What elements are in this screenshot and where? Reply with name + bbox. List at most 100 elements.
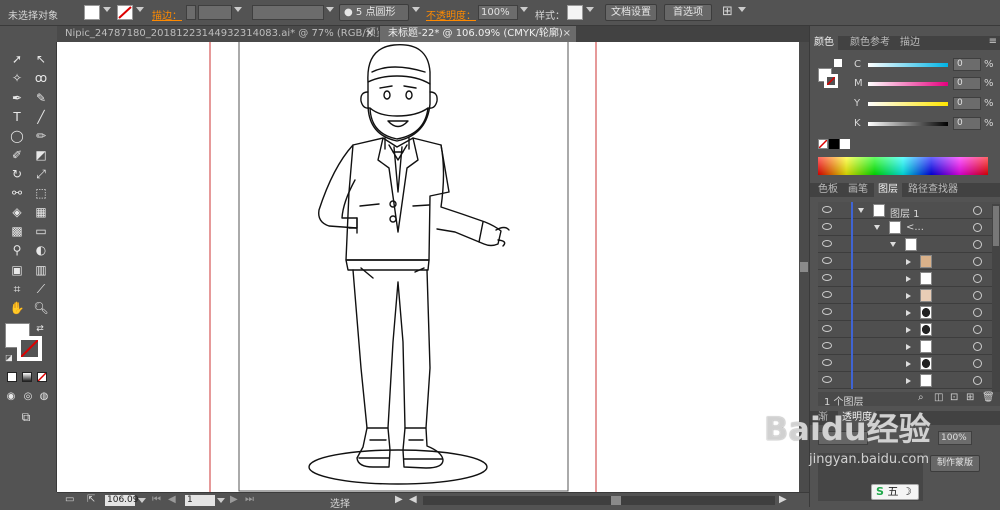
gradient-tool-icon[interactable]: ▭ <box>30 222 52 240</box>
status-menu-icon[interactable]: ▶ <box>395 494 403 505</box>
tab-stroke[interactable]: 描边 <box>896 36 924 50</box>
last-page-icon[interactable]: ⏭ <box>245 494 254 505</box>
mesh-tool-icon[interactable]: ▩ <box>6 222 28 240</box>
m-slider[interactable] <box>868 82 948 86</box>
layer-row-item[interactable] <box>818 355 1000 372</box>
target-circle-icon[interactable] <box>973 223 982 232</box>
direct-selection-tool-icon[interactable]: ↖ <box>30 50 52 68</box>
layer-row-1[interactable]: 图层 1 <box>818 202 1000 220</box>
target-circle-icon[interactable] <box>973 240 982 249</box>
variable-width-field[interactable] <box>252 5 324 20</box>
layer-row-item[interactable] <box>818 270 1000 287</box>
new-sublayer-icon[interactable]: ⊡ <box>950 392 958 403</box>
ellipse-tool-icon[interactable]: ◯ <box>6 127 28 145</box>
target-circle-icon[interactable] <box>973 274 982 283</box>
tab-pathfinder[interactable]: 路径查找器 <box>904 183 962 197</box>
color-mode-icon[interactable] <box>7 372 17 382</box>
free-transform-tool-icon[interactable]: ⬚ <box>30 184 52 202</box>
zoom-field[interactable]: 106.09 <box>105 495 139 506</box>
width-tool-icon[interactable]: ⚯ <box>6 184 28 202</box>
stroke-label[interactable]: 描边： <box>152 7 182 22</box>
zoom-tool-icon[interactable]: 🔍︎ <box>30 299 52 317</box>
arrange-dropdown-icon[interactable] <box>738 7 746 12</box>
default-colors-icon[interactable]: ◪ <box>3 349 15 367</box>
visibility-eye-icon[interactable] <box>822 325 832 332</box>
tab-swatches[interactable]: 色板 <box>814 183 842 197</box>
variable-width-dropdown-icon[interactable] <box>326 7 334 12</box>
layers-scrollbar[interactable] <box>992 204 1000 392</box>
delete-layer-icon[interactable]: 🗑︎ <box>982 392 995 403</box>
target-circle-icon[interactable] <box>973 376 982 385</box>
selection-tool-icon[interactable]: ➚ <box>6 50 28 68</box>
draw-normal-icon[interactable]: ◉ <box>3 388 19 406</box>
paintbrush-tool-icon[interactable]: ✏ <box>30 127 52 145</box>
page-dropdown-icon[interactable] <box>217 498 225 503</box>
black-swatch[interactable] <box>829 139 839 149</box>
artboard-tool-icon[interactable]: ⌗ <box>6 280 28 298</box>
tab-gradient[interactable]: 渐 <box>814 411 832 425</box>
layer-row-subgroup[interactable] <box>818 236 1000 253</box>
expand-arrow-icon[interactable] <box>906 327 911 333</box>
brush-definition-select[interactable]: ● 5 点圆形 <box>339 4 409 21</box>
layer-row-group[interactable]: <... <box>818 219 1000 236</box>
perspective-grid-tool-icon[interactable]: ▦ <box>30 203 52 221</box>
draw-behind-icon[interactable]: ◎ <box>20 388 36 406</box>
visibility-eye-icon[interactable] <box>822 240 832 247</box>
stroke-swatch[interactable] <box>117 5 133 20</box>
first-page-icon[interactable]: ⏮ <box>152 494 161 505</box>
tab-color[interactable]: 颜色 <box>810 36 838 50</box>
tab-transparency[interactable]: 透明度 <box>838 411 876 425</box>
fill-dropdown-icon[interactable] <box>103 7 111 12</box>
target-circle-icon[interactable] <box>973 325 982 334</box>
horizontal-scroll-thumb[interactable] <box>611 496 621 505</box>
style-dropdown-icon[interactable] <box>586 7 594 12</box>
preferences-button[interactable]: 首选项 <box>664 4 712 21</box>
canvas[interactable] <box>57 42 799 492</box>
expand-arrow-icon[interactable] <box>906 310 911 316</box>
y-value-field[interactable]: 0 <box>953 97 981 110</box>
eyedropper-tool-icon[interactable]: ⚲ <box>6 241 28 259</box>
k-value-field[interactable]: 0 <box>953 117 981 130</box>
magic-wand-tool-icon[interactable]: ✧ <box>6 69 28 87</box>
visibility-eye-icon[interactable] <box>822 342 832 349</box>
none-mode-icon[interactable] <box>37 372 47 382</box>
next-page-icon[interactable]: ▶ <box>230 494 238 505</box>
visibility-eye-icon[interactable] <box>822 223 832 230</box>
blend-tool-icon[interactable]: ◐ <box>30 241 52 259</box>
hand-tool-icon[interactable]: ✋ <box>6 299 28 317</box>
opacity-label[interactable]: 不透明度： <box>426 7 476 22</box>
target-circle-icon[interactable] <box>973 257 982 266</box>
vertical-scroll-thumb[interactable] <box>800 262 808 272</box>
scale-tool-icon[interactable]: ⤢ <box>30 165 52 183</box>
pen-tool-icon[interactable]: ✒ <box>6 89 28 107</box>
visibility-eye-icon[interactable] <box>822 359 832 366</box>
layer-row-item[interactable] <box>818 253 1000 270</box>
layer-row-item[interactable] <box>818 287 1000 304</box>
layer-row-item[interactable] <box>818 321 1000 338</box>
m-value-field[interactable]: 0 <box>953 77 981 90</box>
target-circle-icon[interactable] <box>973 206 982 215</box>
pencil-tool-icon[interactable]: ✐ <box>6 146 28 164</box>
opacity-dropdown-icon[interactable] <box>520 7 528 12</box>
scroll-left-icon[interactable]: ◀ <box>409 494 417 505</box>
k-slider[interactable] <box>868 122 948 126</box>
swap-colors-icon[interactable]: ⇄ <box>34 320 46 338</box>
column-graph-tool-icon[interactable]: ▥ <box>30 261 52 279</box>
layers-scroll-thumb[interactable] <box>993 206 999 246</box>
y-slider[interactable] <box>868 102 948 106</box>
panel-menu-icon[interactable]: ≡ <box>989 36 997 47</box>
white-swatch[interactable] <box>840 139 850 149</box>
visibility-eye-icon[interactable] <box>822 257 832 264</box>
target-circle-icon[interactable] <box>973 291 982 300</box>
doc-setup-button[interactable]: 文档设置 <box>605 4 657 21</box>
layer-row-item[interactable] <box>818 338 1000 355</box>
horizontal-scroll-track[interactable] <box>423 496 775 505</box>
c-slider[interactable] <box>868 63 948 67</box>
layer-row-item[interactable] <box>818 372 1000 389</box>
layer-row-item[interactable] <box>818 304 1000 321</box>
c-value-field[interactable]: 0 <box>953 58 981 71</box>
line-tool-icon[interactable]: ╱ <box>30 108 52 126</box>
fill-swatch[interactable] <box>84 5 100 20</box>
gradient-mode-icon[interactable] <box>22 372 32 382</box>
visibility-eye-icon[interactable] <box>822 308 832 315</box>
